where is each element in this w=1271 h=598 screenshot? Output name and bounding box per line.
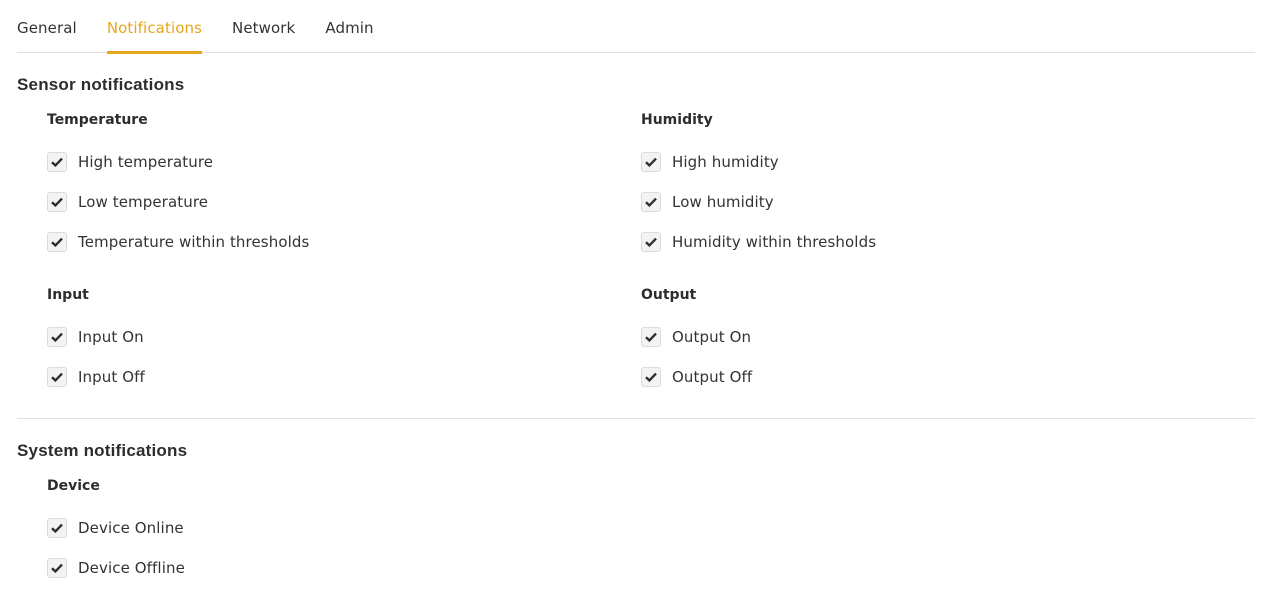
check-icon [51, 332, 63, 342]
checkbox-box[interactable] [47, 232, 67, 252]
checkbox-label: Input Off [78, 368, 145, 386]
checkbox-box[interactable] [641, 192, 661, 212]
system-notifications-heading: System notifications [17, 441, 188, 460]
checkbox-box[interactable] [641, 327, 661, 347]
checkbox-box[interactable] [641, 367, 661, 387]
checkbox-label: Output On [672, 328, 752, 346]
checkbox-input-off[interactable]: Input Off [47, 367, 145, 387]
checkbox-label: Low temperature [78, 193, 209, 211]
check-icon [645, 157, 657, 167]
check-icon [645, 237, 657, 247]
tab-admin[interactable]: Admin [325, 0, 373, 53]
checkbox-box[interactable] [47, 367, 67, 387]
checkbox-label: Device Offline [78, 559, 185, 577]
input-group-title: Input [47, 287, 89, 303]
checkbox-label: Temperature within thresholds [78, 233, 310, 251]
checkbox-box[interactable] [47, 152, 67, 172]
checkbox-label: Humidity within thresholds [672, 233, 877, 251]
sensor-notifications-heading: Sensor notifications [17, 75, 185, 94]
checkbox-low-temperature[interactable]: Low temperature [47, 192, 208, 212]
checkbox-label: High humidity [672, 153, 779, 171]
checkbox-box[interactable] [47, 327, 67, 347]
check-icon [51, 372, 63, 382]
checkbox-box[interactable] [47, 558, 67, 578]
check-icon [51, 563, 63, 573]
checkbox-output-on[interactable]: Output On [641, 327, 751, 347]
tab-notifications[interactable]: Notifications [106, 0, 203, 54]
checkbox-label: Device Online [78, 519, 184, 537]
checkbox-high-humidity[interactable]: High humidity [641, 152, 779, 172]
checkbox-box[interactable] [47, 192, 67, 212]
settings-tabs: General Notifications Network Admin [17, 0, 1255, 54]
checkbox-low-humidity[interactable]: Low humidity [641, 192, 774, 212]
check-icon [645, 197, 657, 207]
check-icon [51, 523, 63, 533]
checkbox-label: Input On [78, 328, 144, 346]
check-icon [51, 237, 63, 247]
checkbox-humidity-within-thresholds[interactable]: Humidity within thresholds [641, 232, 876, 252]
temperature-group-title: Temperature [47, 112, 148, 128]
checkbox-box[interactable] [641, 152, 661, 172]
tab-general[interactable]: General [17, 0, 77, 53]
section-divider [17, 418, 1255, 419]
check-icon [645, 372, 657, 382]
checkbox-output-off[interactable]: Output Off [641, 367, 752, 387]
checkbox-device-offline[interactable]: Device Offline [47, 558, 185, 578]
checkbox-temperature-within-thresholds[interactable]: Temperature within thresholds [47, 232, 309, 252]
checkbox-box[interactable] [47, 518, 67, 538]
check-icon [51, 197, 63, 207]
humidity-group-title: Humidity [641, 112, 713, 128]
checkbox-device-online[interactable]: Device Online [47, 518, 184, 538]
check-icon [645, 332, 657, 342]
output-group-title: Output [641, 287, 697, 303]
tab-network[interactable]: Network [232, 0, 295, 53]
checkbox-label: High temperature [78, 153, 214, 171]
check-icon [51, 157, 63, 167]
device-group-title: Device [47, 478, 100, 494]
checkbox-input-on[interactable]: Input On [47, 327, 144, 347]
checkbox-box[interactable] [641, 232, 661, 252]
checkbox-label: Low humidity [672, 193, 774, 211]
checkbox-high-temperature[interactable]: High temperature [47, 152, 213, 172]
checkbox-label: Output Off [672, 368, 753, 386]
